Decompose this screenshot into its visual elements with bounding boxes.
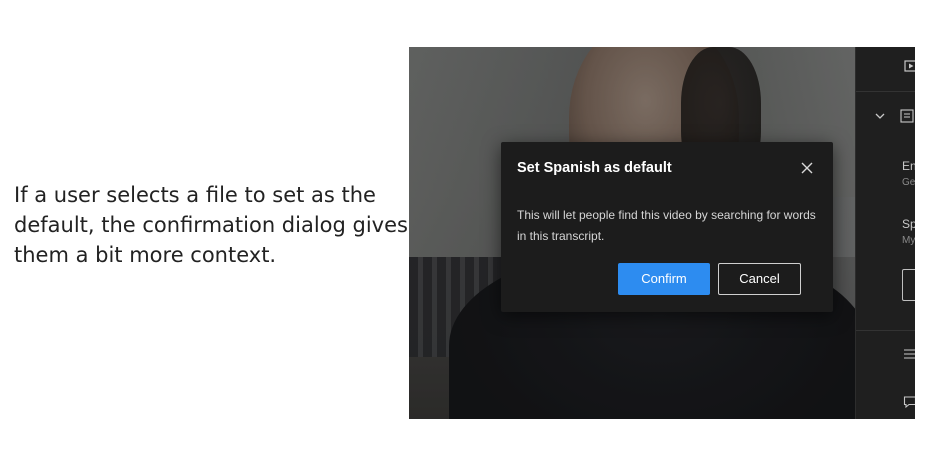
side-panel: En Ge Sp My xyxy=(855,47,915,419)
set-default-dialog: Set Spanish as default This will let peo… xyxy=(501,142,833,312)
comment-icon[interactable] xyxy=(903,395,915,412)
transcript-icon[interactable] xyxy=(900,109,914,126)
dialog-title: Set Spanish as default xyxy=(517,160,672,176)
cancel-button[interactable]: Cancel xyxy=(718,263,801,295)
transcript-item-spanish[interactable]: Sp xyxy=(902,217,915,231)
transcript-item-english[interactable]: En xyxy=(902,159,915,173)
upload-box[interactable] xyxy=(902,269,915,301)
caption-text: If a user selects a file to set as the d… xyxy=(14,183,408,267)
chevron-down-icon[interactable] xyxy=(874,109,886,125)
dialog-message: This will let people find this video by … xyxy=(517,208,816,243)
video-player-screenshot: En Ge Sp My Set Spanish as default This … xyxy=(409,47,915,419)
confirm-button[interactable]: Confirm xyxy=(618,263,710,295)
transcript-item-english-sub: Ge xyxy=(902,177,915,188)
play-icon[interactable] xyxy=(904,59,915,76)
close-icon[interactable] xyxy=(797,159,817,179)
transcript-item-spanish-sub: My xyxy=(902,235,915,246)
menu-icon[interactable] xyxy=(903,347,915,364)
